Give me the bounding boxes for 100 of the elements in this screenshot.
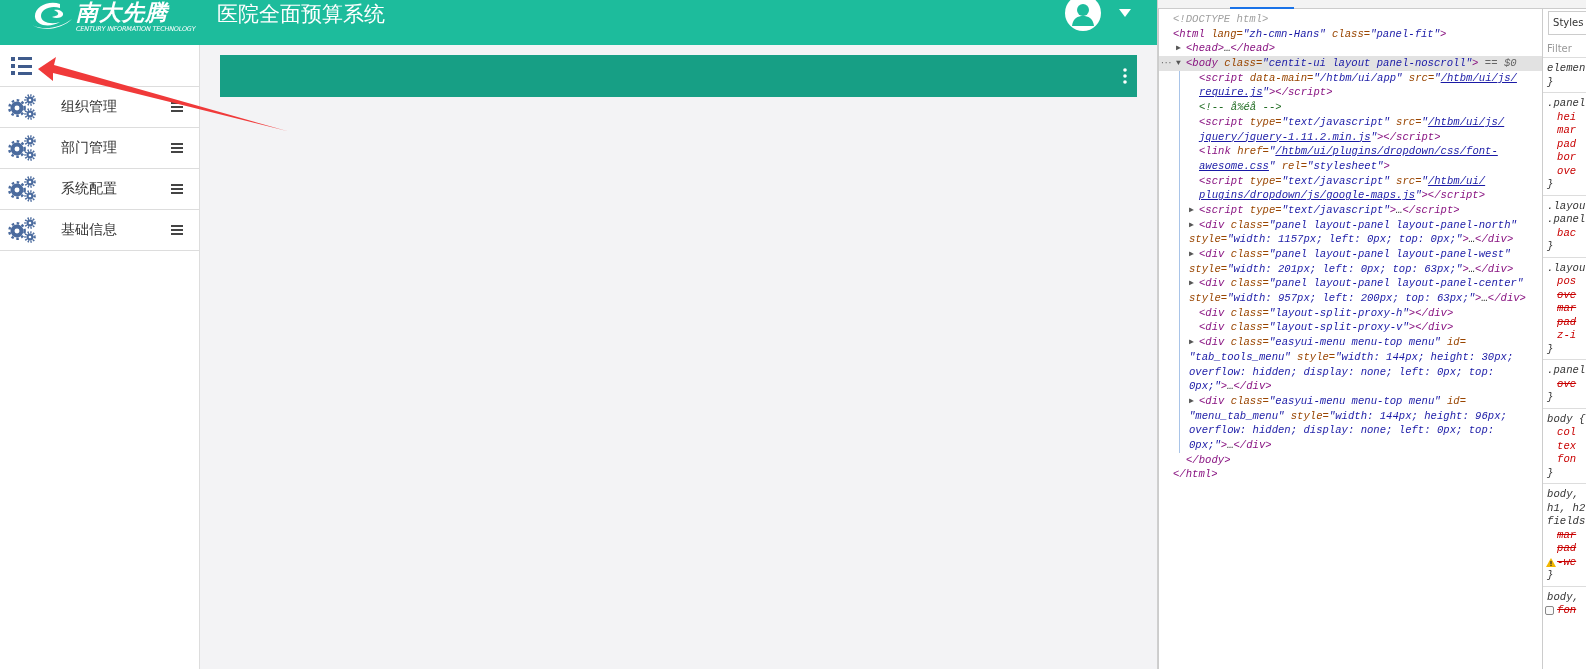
link[interactable]: jquery/jquery-1.11.2.min.js: [1199, 130, 1371, 143]
style-property: pad: [1557, 137, 1577, 151]
link[interactable]: /htbm/ui/plugins/dropdown/css/font-: [1275, 145, 1498, 158]
code-line: <div class="layout-split-proxy-v"></div>: [1199, 321, 1454, 334]
gears-icon: [8, 94, 36, 120]
code-line: 0px;">…</div>: [1189, 438, 1272, 451]
style-property: ove: [1557, 164, 1577, 178]
expand-toggle[interactable]: ▶: [1176, 41, 1186, 57]
code-line: <script type="text/javascript" src="/htbm/ui/: [1199, 174, 1486, 187]
style-property: bor: [1557, 151, 1577, 165]
brace: }: [1547, 240, 1555, 254]
style-property: mar: [1557, 124, 1577, 138]
css-selector: body,: [1547, 488, 1580, 502]
code-line: <head>…</head>: [1186, 42, 1276, 55]
link[interactable]: /htbm/ui/js/: [1440, 71, 1517, 84]
code-line: <body class="centit-ui layout panel-noscroll"> == $0: [1186, 57, 1517, 70]
sidebar-item[interactable]: 系统配置: [0, 169, 199, 210]
warning-icon: [1546, 557, 1557, 567]
style-property: bac: [1557, 226, 1577, 240]
menu-icon[interactable]: [171, 225, 183, 235]
style-property: mar: [1557, 302, 1577, 316]
style-property: -we: [1557, 555, 1577, 569]
style-property: pos: [1557, 275, 1577, 289]
css-selector: .layou: [1547, 261, 1586, 275]
code-line: style="width: 957px; left: 200px; top: 63px;">…</div>: [1189, 292, 1526, 305]
code-line: <script type="text/javascript" src="/htbm/ui/js/: [1199, 115, 1505, 128]
expand-toggle[interactable]: ▶: [1189, 276, 1199, 292]
code-line: style="width: 201px; left: 0px; top: 63px;">…</div>: [1189, 262, 1514, 275]
css-selector: h1, h2: [1547, 501, 1586, 515]
code-line: <div class="panel layout-panel layout-panel-west": [1199, 248, 1511, 260]
gears-icon: [8, 176, 36, 202]
style-property: fon: [1557, 604, 1577, 618]
link[interactable]: /htbm/ui/: [1427, 174, 1486, 187]
brace: }: [1547, 569, 1555, 583]
code-line: <script type="text/javascript">…</script>: [1199, 203, 1460, 216]
style-property: tex: [1557, 439, 1577, 453]
style-property: ove: [1557, 288, 1577, 302]
menu-icon[interactable]: [171, 184, 183, 194]
more-dots[interactable]: ···: [1160, 56, 1174, 71]
expand-toggle[interactable]: ▶: [1189, 202, 1199, 218]
brace: }: [1547, 342, 1555, 356]
code-line: <!DOCTYPE html>: [1173, 13, 1269, 25]
list-icon[interactable]: [11, 55, 33, 76]
code-line: </html>: [1173, 468, 1218, 481]
link[interactable]: require.js: [1199, 86, 1263, 99]
styles-tab[interactable]: Styles: [1548, 11, 1586, 35]
code-line: <div class="panel layout-panel layout-panel-north": [1199, 218, 1517, 231]
style-property: col: [1557, 426, 1577, 440]
style-property: mar: [1557, 528, 1577, 542]
style-property: ove: [1557, 377, 1577, 391]
style-property: pad: [1557, 542, 1577, 556]
code-line: <link href="/htbm/ui/plugins/dropdown/css/font-: [1199, 145, 1498, 158]
code-line: awesome.css" rel="stylesheet">: [1199, 159, 1390, 172]
css-selector: body,: [1547, 590, 1580, 604]
link[interactable]: /htbm/ui/js/: [1427, 115, 1505, 128]
code-line: "tab_tools_menu" style="width: 144px; height: 30px;: [1189, 350, 1514, 363]
code-line: "menu_tab_menu" style="width: 144px; height: 96px;: [1189, 409, 1507, 422]
code-line: <div class="panel layout-panel layout-panel-center": [1199, 277, 1524, 290]
code-line: style="width: 1157px; left: 0px; top: 0px;">…</div>: [1189, 233, 1514, 246]
css-selector: .panel: [1547, 213, 1586, 227]
code-line: require.js"></script>: [1199, 86, 1333, 99]
code-line: <div class="layout-split-proxy-h"></div>: [1199, 306, 1454, 319]
brace: }: [1547, 75, 1555, 89]
style-property: hei: [1557, 110, 1577, 124]
sidebar-item[interactable]: 部门管理: [0, 128, 199, 169]
link[interactable]: awesome.css: [1199, 159, 1269, 172]
css-selector: .panel: [1547, 364, 1586, 378]
app-title: 医院全面预算系统: [217, 1, 386, 27]
link[interactable]: plugins/dropdown/js/google-maps.js: [1199, 189, 1416, 202]
brace: }: [1547, 391, 1555, 405]
filter-field[interactable]: Filter: [1543, 39, 1586, 57]
code-line: </body>: [1186, 453, 1231, 466]
css-selector: body {: [1547, 412, 1586, 426]
tab-indicator: [1230, 7, 1294, 9]
style-property: fon: [1557, 453, 1577, 467]
logo-text: 南大先腾: [76, 1, 168, 25]
code-line: <html lang="zh-cmn-Hans" class="panel-fit">: [1173, 27, 1447, 40]
expand-toggle[interactable]: ▶: [1189, 335, 1199, 350]
expand-toggle[interactable]: ▼: [1176, 56, 1186, 71]
expand-toggle[interactable]: ▶: [1189, 247, 1199, 262]
css-selector: .layou: [1547, 199, 1586, 213]
brace: }: [1547, 466, 1555, 480]
code-line: <!-- å%éå -->: [1199, 101, 1282, 114]
menu-icon[interactable]: [171, 143, 183, 153]
code-line: plugins/dropdown/js/google-maps.js"></script>: [1199, 189, 1486, 202]
style-property: z-i: [1557, 329, 1577, 343]
code-line: jquery/jquery-1.11.2.min.js"></script>: [1199, 130, 1441, 143]
gears-icon: [8, 135, 36, 161]
code-line: 0px;">…</div>: [1189, 380, 1272, 393]
expand-toggle[interactable]: ▶: [1189, 393, 1199, 409]
code-line: overflow: hidden; display: none; left: 0px; top:: [1189, 365, 1495, 378]
sidebar-item[interactable]: 基础信息: [0, 210, 199, 251]
more-icon[interactable]: [1123, 68, 1127, 84]
expand-toggle[interactable]: ▶: [1189, 217, 1199, 233]
code-line: overflow: hidden; display: none; left: 0px; top:: [1189, 424, 1495, 437]
code-line: <div class="easyui-menu menu-top menu" id=: [1199, 394, 1467, 407]
css-selector: elemen: [1547, 62, 1586, 76]
gears-icon: [8, 217, 36, 243]
code-line: <div class="easyui-menu menu-top menu" id=: [1199, 336, 1467, 349]
css-selector: fields: [1547, 515, 1586, 529]
